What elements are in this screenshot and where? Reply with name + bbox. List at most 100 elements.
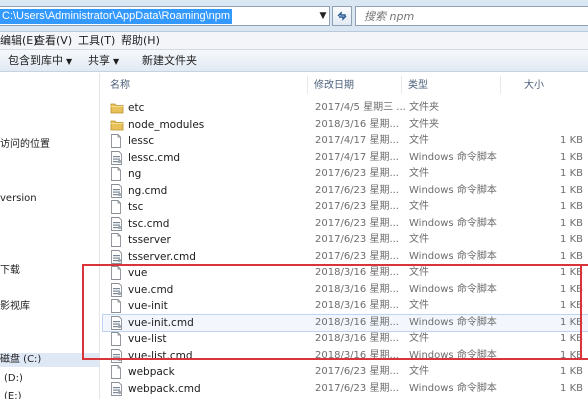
file-type: 文件 [409,234,429,245]
file-date: 2017/6/23 星期... [315,366,399,377]
file-size: 1 KB [560,184,583,196]
file-icon [110,365,124,379]
address-bar[interactable]: C:\Users\Administrator\AppData\Roaming\n… [0,6,330,26]
column-divider[interactable] [307,76,308,94]
file-row[interactable]: vue-list 2018/3/16 星期... 文件 1 KB [103,331,588,347]
file-row[interactable]: ng 2017/6/23 星期... 文件 1 KB [103,166,588,182]
cmd-file-icon [110,216,124,231]
column-divider[interactable] [401,76,402,94]
file-row[interactable]: vue-init 2018/3/16 星期... 文件 1 KB [103,298,588,314]
menu-bar: 编辑(E) 查看(V) 工具(T) 帮助(H) [0,32,588,50]
column-header-size[interactable]: 大小 [524,79,544,93]
file-row[interactable]: ng.cmd 2017/6/23 星期... Windows 命令脚本 1 KB [103,183,588,199]
nav-item-video-library[interactable]: 影视库 [0,300,30,314]
refresh-button[interactable] [332,6,352,26]
nav-item-recent-places[interactable]: 访问的位置 [0,138,50,152]
file-type: 文件夹 [409,118,439,130]
file-size: 1 KB [560,333,583,344]
file-size: 1 KB [560,168,583,179]
share-button[interactable]: 共享 ▼ [88,54,119,68]
nav-item-drive-e[interactable]: (E:) [4,390,22,399]
file-row[interactable]: tsc.cmd 2017/6/23 星期... Windows 命令脚本 1 KB [103,216,588,232]
file-type: Windows 命令脚本 [409,151,497,163]
cmd-file-icon [110,183,124,198]
file-icon [110,299,124,313]
file-size [549,118,583,132]
include-in-library-button[interactable]: 包含到库中 ▼ [8,54,72,68]
file-icon [110,332,124,346]
file-type: 文件 [409,267,429,278]
cmd-file-icon [110,282,124,297]
file-size: 1 KB [560,151,583,163]
nav-item-drive-c[interactable]: 磁盘 (C:) [0,353,99,367]
file-date: 2018/3/16 星期... [315,267,399,278]
file-row[interactable]: tsserver 2017/6/23 星期... 文件 1 KB [103,232,588,248]
file-row[interactable]: lessc.cmd 2017/4/17 星期... Windows 命令脚本 1 KB [103,150,588,166]
file-name: vue-list [128,333,167,345]
file-date: 2017/4/17 星期... [315,151,399,163]
menu-tools[interactable]: 工具(T) [78,34,115,48]
file-type: 文件 [409,201,429,212]
file-row[interactable]: etc 2017/4/5 星期三 ... 文件夹 [103,100,588,116]
file-date: 2017/4/17 星期... [315,135,399,146]
address-dropdown-icon[interactable]: ▼ [317,7,329,25]
file-type: Windows 命令脚本 [409,349,497,361]
cmd-file-icon [110,381,124,396]
file-row[interactable]: vue.cmd 2018/3/16 星期... Windows 命令脚本 1 KB [103,282,588,298]
file-size: 1 KB [560,217,583,229]
file-row[interactable]: tsc 2017/6/23 星期... 文件 1 KB [103,199,588,215]
new-folder-button[interactable]: 新建文件夹 [142,54,197,68]
file-name: vue-init.cmd [128,316,194,329]
file-size: 1 KB [560,349,583,361]
file-date: 2018/3/16 星期... [315,316,399,328]
search-input[interactable] [356,7,588,25]
nav-item-downloads[interactable]: 下载 [0,264,20,278]
nav-item-version[interactable]: version [0,192,37,206]
file-type: 文件 [409,135,429,146]
file-row[interactable]: node_modules 2018/3/16 星期... 文件夹 [103,117,588,133]
file-icon [110,233,124,247]
column-header-type[interactable]: 类型 [408,79,428,93]
file-row[interactable]: webpack.cmd 2017/6/23 星期... Windows 命令脚本 1 … [103,381,588,397]
cmd-file-icon [110,150,124,165]
highlight-box-edge [580,264,582,360]
file-row[interactable]: vue-list.cmd 2018/3/16 星期... Windows 命令脚本 1… [103,348,588,364]
navigation-pane: 访问的位置 version 下载 影视库 磁盘 (C:) (D:) (E:) [0,73,100,399]
file-date: 2018/3/16 星期... [315,333,399,344]
folder-icon [110,101,124,115]
nav-item-drive-d[interactable]: (D:) [4,372,23,386]
file-size [549,101,583,115]
column-divider[interactable] [500,76,501,94]
file-row[interactable]: vue-init.cmd 2018/3/16 星期... Windows 命令脚本 1… [102,313,588,332]
file-date: 2017/6/23 星期... [315,382,399,394]
file-row[interactable]: vue 2018/3/16 星期... 文件 1 KB [103,265,588,281]
file-row[interactable]: tsserver.cmd 2017/6/23 星期... Windows 命令脚本 1… [103,249,588,265]
file-size: 1 KB [560,382,583,394]
search-box[interactable] [355,6,588,26]
file-type: 文件夹 [409,102,439,113]
file-date: 2018/3/16 星期... [315,283,399,295]
menu-view[interactable]: 查看(V) [34,34,72,48]
chevron-down-icon: ▼ [113,57,120,66]
file-icon [110,200,124,214]
file-type: 文件 [409,366,429,377]
column-header-date[interactable]: 修改日期 [314,79,354,93]
file-type: Windows 命令脚本 [409,217,497,229]
file-row[interactable]: webpack 2017/6/23 星期... 文件 1 KB [103,364,588,380]
file-date: 2017/6/23 星期... [315,250,399,262]
file-size: 1 KB [560,201,583,212]
file-size: 1 KB [560,250,583,262]
file-type: 文件 [409,168,429,179]
file-size: 1 KB [560,316,583,328]
menu-edit[interactable]: 编辑(E) [0,34,38,48]
file-type: Windows 命令脚本 [409,382,497,394]
file-row[interactable]: lessc 2017/4/17 星期... 文件 1 KB [103,133,588,149]
file-icon [110,266,124,280]
file-size: 1 KB [560,135,583,146]
address-path[interactable]: C:\Users\Administrator\AppData\Roaming\n… [0,9,233,24]
menu-help[interactable]: 帮助(H) [121,34,160,48]
column-header-name[interactable]: 名称 [110,79,130,93]
file-date: 2017/6/23 星期... [315,217,399,229]
file-name: vue-list.cmd [128,349,193,362]
file-name: ng [128,168,142,180]
